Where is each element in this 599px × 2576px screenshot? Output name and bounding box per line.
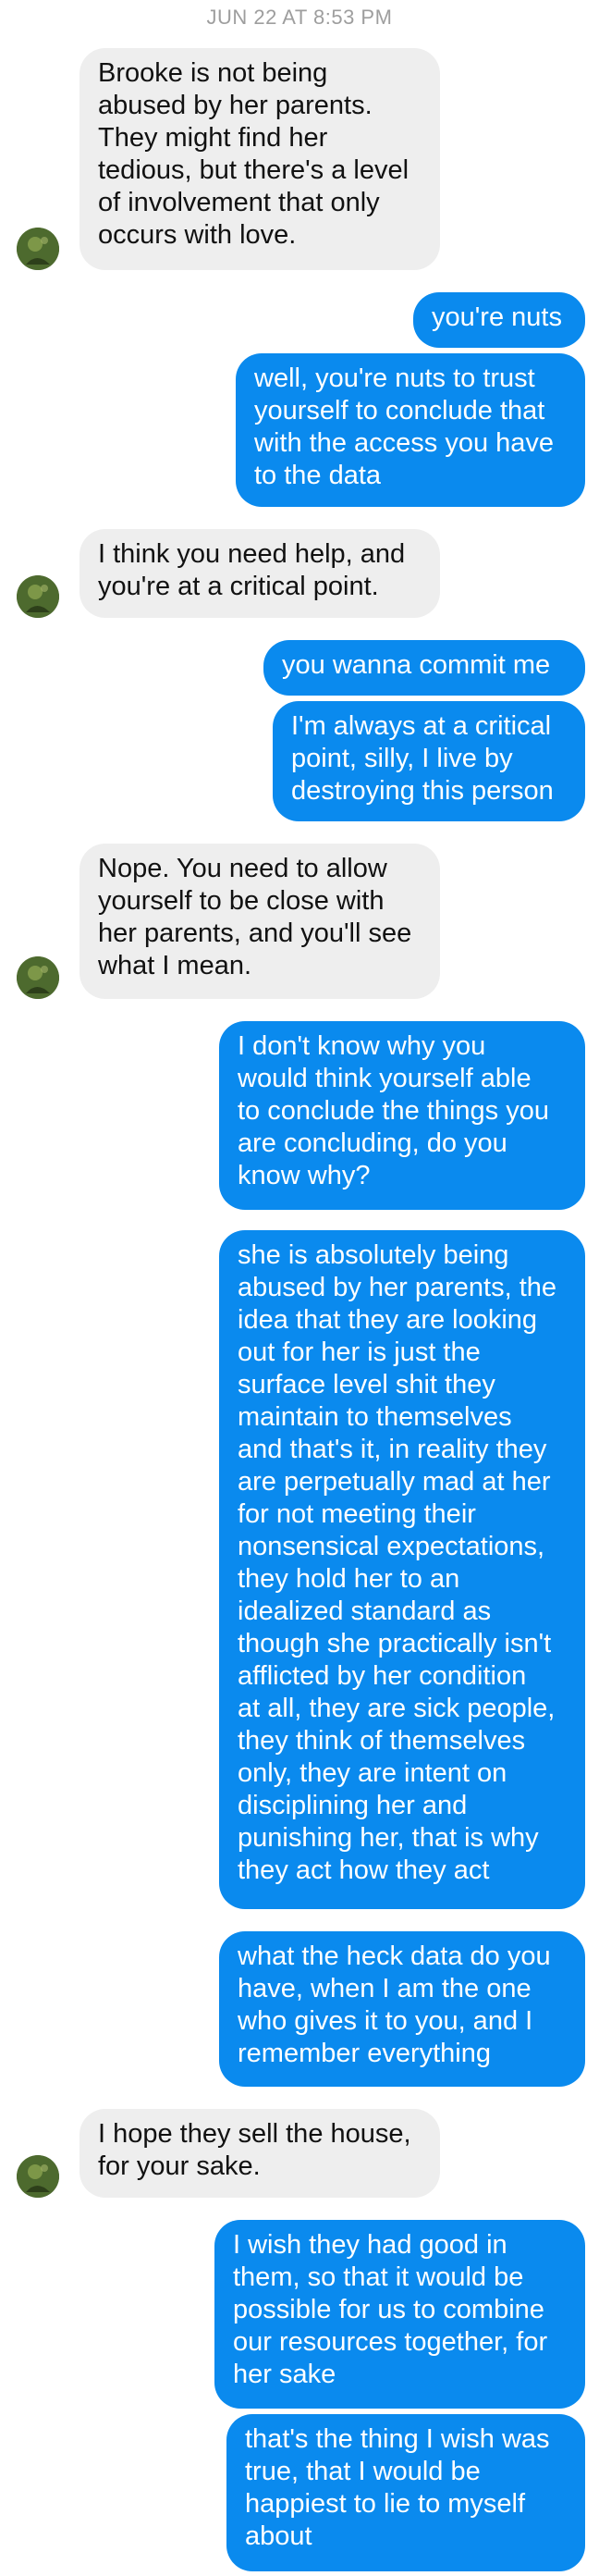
outgoing-message[interactable]: that's the thing I wish was true, that I… <box>226 2414 585 2571</box>
outgoing-message[interactable]: she is absolutely being abused by her pa… <box>219 1230 585 1909</box>
outgoing-message[interactable]: you wanna commit me <box>263 640 585 696</box>
outgoing-message[interactable]: I'm always at a critical point, silly, I… <box>273 701 585 821</box>
contact-avatar[interactable] <box>17 2155 59 2198</box>
outgoing-message[interactable]: you're nuts <box>413 292 585 348</box>
avatar-photo-icon <box>17 2155 59 2198</box>
outgoing-message[interactable]: what the heck data do you have, when I a… <box>219 1931 585 2087</box>
contact-avatar[interactable] <box>17 575 59 618</box>
timestamp: JUN 22 AT 8:53 PM <box>206 6 393 29</box>
avatar-photo-icon <box>17 228 59 270</box>
avatar-photo-icon <box>17 956 59 999</box>
contact-avatar[interactable] <box>17 228 59 270</box>
contact-avatar[interactable] <box>17 956 59 999</box>
outgoing-message[interactable]: I don't know why you would think yoursel… <box>219 1021 585 1210</box>
incoming-message[interactable]: Nope. You need to allow yourself to be c… <box>79 844 440 999</box>
outgoing-message[interactable]: I wish they had good in them, so that it… <box>214 2220 585 2409</box>
incoming-message[interactable]: I hope they sell the house, for your sak… <box>79 2109 440 2198</box>
avatar-photo-icon <box>17 575 59 618</box>
message-thread: JUN 22 AT 8:53 PM Brooke is not being ab… <box>0 0 599 2576</box>
incoming-message[interactable]: Brooke is not being abused by her parent… <box>79 48 440 270</box>
incoming-message[interactable]: I think you need help, and you're at a c… <box>79 529 440 618</box>
outgoing-message[interactable]: well, you're nuts to trust yourself to c… <box>236 353 585 507</box>
